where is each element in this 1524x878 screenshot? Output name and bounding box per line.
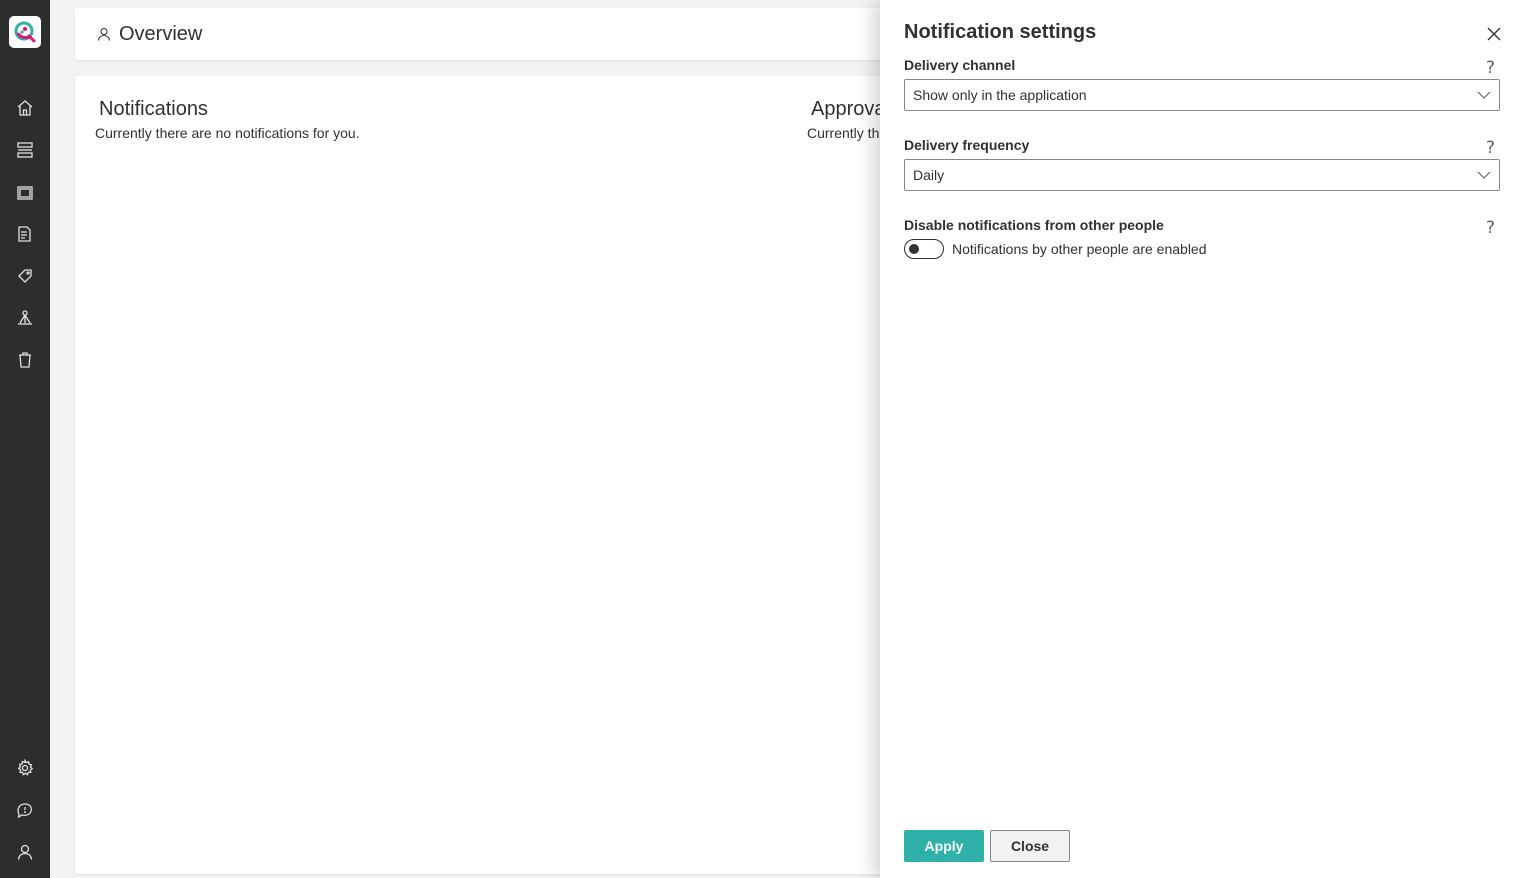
home-icon — [17, 100, 33, 116]
nav-window[interactable] — [13, 181, 37, 205]
trash-icon — [19, 352, 31, 368]
layers-icon — [17, 142, 33, 158]
nav-reports[interactable] — [13, 222, 37, 246]
notifications-section: Notifications Currently there are no not… — [95, 98, 360, 141]
approvals-empty-text: Currently th — [807, 125, 880, 141]
page-title: Overview — [119, 22, 203, 45]
apply-button[interactable]: Apply — [904, 830, 984, 862]
approvals-section: Approva Currently th — [807, 98, 886, 141]
toggle-knob — [909, 244, 919, 254]
disable-others-help-icon[interactable]: ? — [1486, 218, 1495, 238]
report-icon — [18, 226, 31, 242]
disable-others-toggle[interactable] — [904, 239, 944, 259]
nav-rail — [0, 0, 50, 878]
user-icon — [17, 844, 33, 860]
user-icon — [97, 27, 111, 41]
delivery-frequency-select[interactable]: Daily — [904, 159, 1500, 191]
delivery-channel-select[interactable]: Show only in the application — [904, 79, 1500, 111]
nav-settings[interactable] — [13, 756, 37, 780]
nav-layers[interactable] — [13, 138, 37, 162]
nav-home[interactable] — [13, 96, 37, 120]
chevron-down-icon — [1477, 171, 1491, 179]
nav-feedback[interactable] — [13, 798, 37, 822]
delivery-frequency-label: Delivery frequency — [904, 137, 1030, 153]
chevron-down-icon — [1477, 91, 1491, 99]
panel-title: Notification settings — [904, 21, 1097, 43]
logo-icon — [14, 21, 36, 43]
notifications-title: Notifications — [99, 98, 208, 120]
disable-others-toggle-text: Notifications by other people are enable… — [952, 241, 1207, 257]
close-button[interactable]: Close — [990, 830, 1070, 862]
chat-icon — [17, 803, 32, 819]
window-icon — [17, 186, 33, 200]
delivery-channel-help-icon[interactable]: ? — [1486, 58, 1495, 78]
app-logo[interactable] — [9, 16, 41, 48]
close-panel-button[interactable] — [1484, 24, 1504, 44]
delivery-channel-value: Show only in the application — [913, 87, 1087, 103]
hierarchy-icon — [18, 310, 32, 325]
delivery-frequency-value: Daily — [913, 167, 945, 183]
delivery-channel-label: Delivery channel — [904, 57, 1016, 73]
gear-icon — [17, 759, 34, 776]
notification-settings-panel: Notification settings Delivery channel ?… — [880, 0, 1524, 878]
nav-hierarchy[interactable] — [13, 306, 37, 330]
close-icon — [1487, 27, 1501, 41]
notifications-empty-text: Currently there are no notifications for… — [95, 125, 360, 141]
approvals-title: Approva — [811, 98, 886, 120]
nav-trash[interactable] — [13, 348, 37, 372]
delivery-frequency-help-icon[interactable]: ? — [1486, 138, 1495, 158]
disable-others-label: Disable notifications from other people — [904, 217, 1164, 233]
nav-profile[interactable] — [13, 840, 37, 864]
nav-tags[interactable] — [13, 264, 37, 288]
tag-icon — [18, 269, 32, 283]
